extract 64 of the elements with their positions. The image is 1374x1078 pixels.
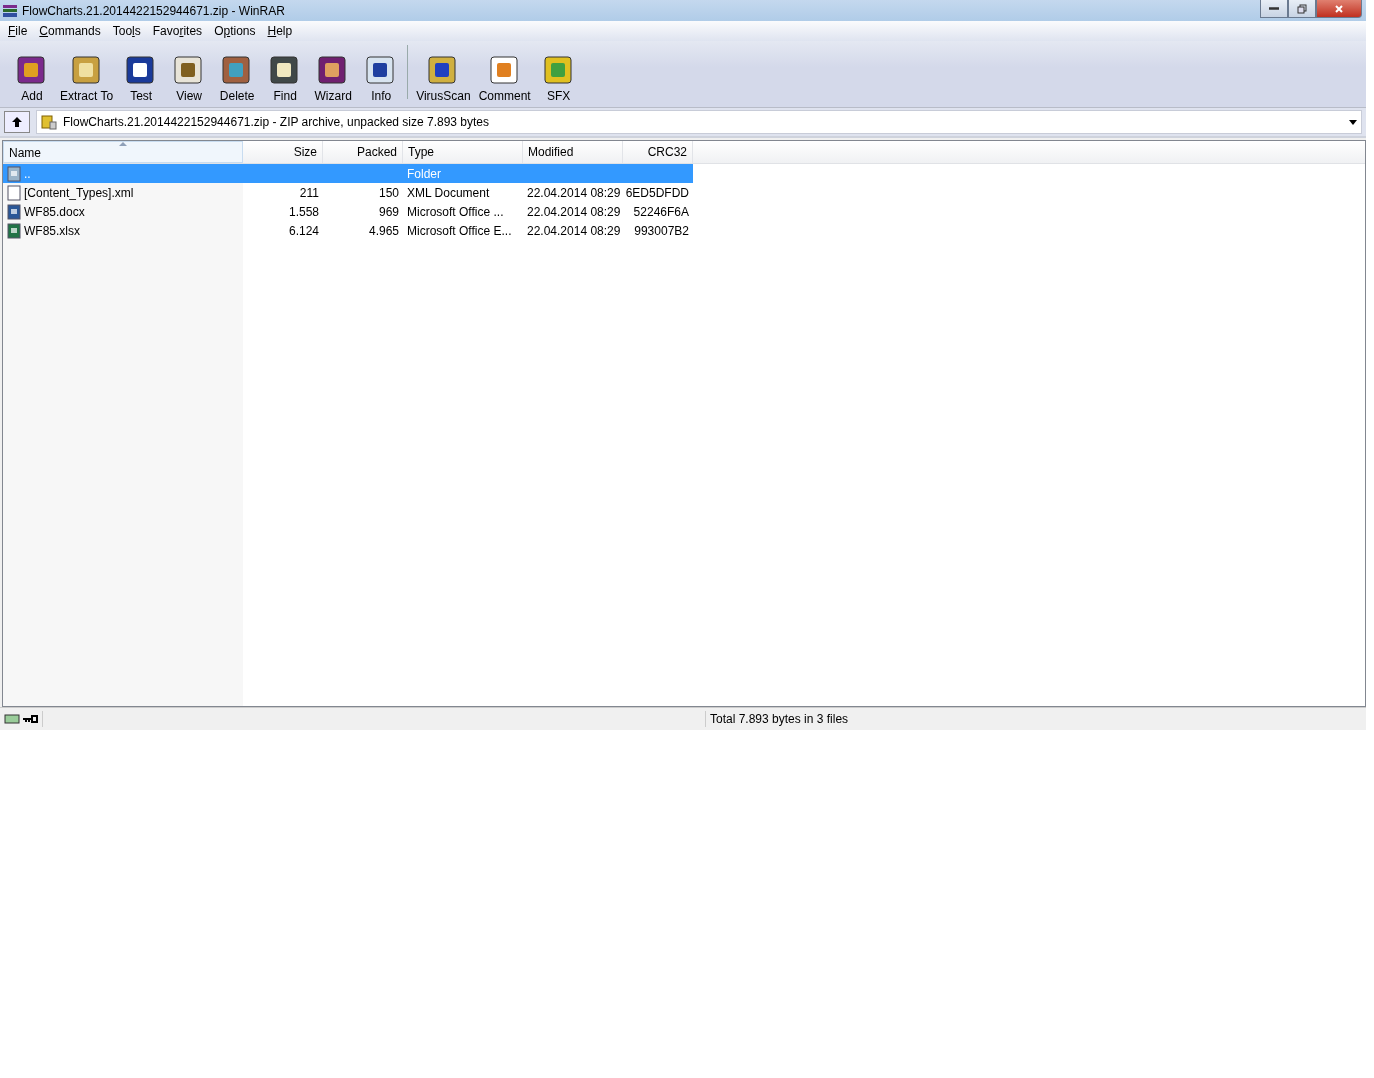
- table-cell: 6.124: [288, 223, 319, 238]
- menu-item[interactable]: Options: [208, 24, 262, 38]
- folder-file-icon: [6, 165, 22, 182]
- column-header[interactable]: CRC32: [623, 141, 693, 163]
- address-field[interactable]: FlowCharts.21.2014422152944671.zip - ZIP archive, unpacked size 7.893 bytes: [36, 110, 1362, 134]
- app-icon: [2, 2, 18, 19]
- table-cell: 993007B2: [634, 223, 689, 238]
- column-header[interactable]: Name: [3, 141, 243, 163]
- table-cell: 22.04.2014 08:29: [527, 204, 621, 219]
- table-cell: XML Document: [407, 185, 490, 200]
- restore-icon: [1297, 3, 1307, 14]
- menu-item[interactable]: Favorites: [146, 24, 209, 38]
- minimize-icon: [1269, 7, 1279, 10]
- toolbar-button[interactable]: Delete: [213, 51, 262, 103]
- table-cell: WF85.docx: [24, 204, 85, 219]
- close-button[interactable]: [1316, 0, 1362, 18]
- table-cell: [Content_Types].xml: [24, 185, 134, 200]
- column-header[interactable]: Type: [403, 141, 523, 163]
- close-icon: [1333, 3, 1345, 14]
- xlsx-file-icon: [6, 222, 22, 239]
- toolbar-button[interactable]: View: [165, 51, 214, 103]
- sort-arrow-icon: [119, 142, 127, 146]
- table-cell: 969: [378, 204, 399, 219]
- minimize-button[interactable]: [1260, 0, 1288, 18]
- toolbar-button[interactable]: Add: [8, 51, 56, 103]
- xml-file-icon: [6, 184, 22, 201]
- table-cell: 52246F6A: [633, 204, 689, 219]
- table-cell: 22.04.2014 08:29: [527, 185, 621, 200]
- table-cell: 150: [378, 185, 399, 200]
- menu-item[interactable]: Commands: [33, 24, 107, 38]
- toolbar-button[interactable]: Extract To: [56, 51, 118, 103]
- toolbar-button[interactable]: Find: [261, 51, 310, 103]
- toolbar-button[interactable]: Test: [117, 51, 166, 103]
- dropdown-arrow-icon[interactable]: [1349, 119, 1357, 125]
- toolbar-button[interactable]: Wizard: [309, 51, 358, 103]
- restore-button[interactable]: [1288, 0, 1316, 18]
- menu-item[interactable]: Tools: [106, 24, 147, 38]
- up-arrow-icon: [11, 116, 23, 128]
- table-cell: Microsoft Office E...: [407, 223, 512, 238]
- column-header[interactable]: Size: [243, 141, 323, 163]
- docx-file-icon: [6, 203, 22, 220]
- table-cell: 4.965: [368, 223, 399, 238]
- toolbar-button[interactable]: VirusScan: [412, 51, 475, 103]
- table-cell: Folder: [407, 166, 441, 181]
- toolbar-button[interactable]: Comment: [474, 51, 535, 103]
- column-header[interactable]: Modified: [523, 141, 623, 163]
- table-cell: 6ED5DFDD: [625, 185, 689, 200]
- key-icon: [22, 714, 38, 724]
- window-title: FlowCharts.21.2014422152944671.zip - WinRAR: [22, 3, 285, 18]
- table-cell: ..: [24, 166, 31, 181]
- table-cell: Microsoft Office ...: [407, 204, 504, 219]
- menu-item[interactable]: Help: [261, 24, 299, 38]
- table-cell: WF85.xlsx: [24, 223, 80, 238]
- up-folder-button[interactable]: [4, 111, 30, 133]
- status-text: Total 7.893 bytes in 3 files: [709, 712, 849, 726]
- toolbar-button[interactable]: SFX: [534, 51, 583, 103]
- table-cell: 22.04.2014 08:29: [527, 223, 621, 238]
- drive-icon: [4, 714, 20, 724]
- menu-item[interactable]: File: [2, 24, 34, 38]
- column-header[interactable]: Packed: [323, 141, 403, 163]
- toolbar-button[interactable]: Info: [357, 51, 406, 103]
- table-cell: 1.558: [288, 204, 319, 219]
- table-cell: 211: [299, 185, 319, 200]
- archive-icon: [41, 114, 57, 130]
